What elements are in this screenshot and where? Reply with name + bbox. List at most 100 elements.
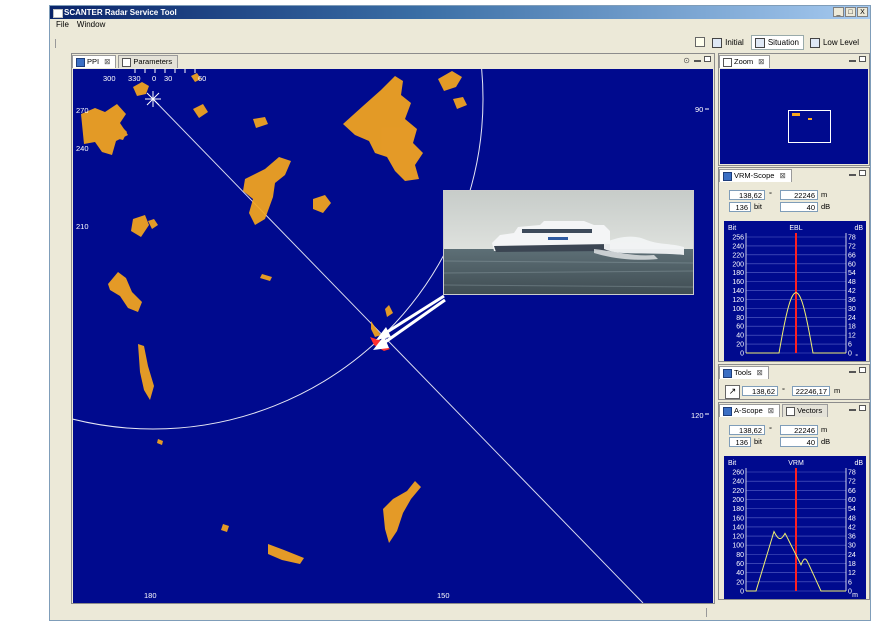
tab-zoom[interactable]: Zoom ⊠: [719, 55, 771, 68]
perspective-initial[interactable]: Initial: [708, 35, 749, 50]
toolbar-grip[interactable]: [55, 39, 58, 48]
vrm-scope-plot[interactable]: 256 78 240 72 220 66 200 60 180 54 160 48 140 42 120 36…: [724, 221, 866, 361]
maximize-pane-icon[interactable]: [859, 170, 866, 176]
zoom-display[interactable]: [720, 69, 868, 164]
right-tick-label: 78: [848, 470, 856, 477]
close-icon[interactable]: ⊠: [104, 57, 110, 66]
left-tick-label: 20: [736, 579, 744, 586]
settings-icon[interactable]: ⊙: [683, 56, 690, 65]
bearing-label-0: 0: [152, 74, 157, 83]
minimize-pane-icon[interactable]: [849, 174, 856, 176]
tab-a-scope[interactable]: A-Scope ⊠: [719, 404, 781, 417]
right-tick-label: 54: [848, 506, 856, 513]
bearing-field: 138,62: [729, 425, 765, 435]
maximize-pane-icon[interactable]: [859, 405, 866, 411]
right-tick-label: 60: [848, 497, 856, 504]
perspective-icon: [809, 38, 820, 48]
right-tick-label: 42: [848, 288, 856, 295]
tools-range-field[interactable]: 22246,17: [792, 386, 830, 396]
left-tick-label: 20: [736, 342, 744, 349]
tab-label: PPI: [87, 57, 100, 66]
close-icon[interactable]: ⊠: [757, 368, 763, 377]
perspective-situation[interactable]: Situation: [750, 35, 804, 50]
right-tick-label: 30: [848, 543, 856, 550]
tab-vrm-scope[interactable]: VRM-Scope ⊠: [719, 169, 792, 182]
right-tick-label: 24: [848, 552, 856, 559]
tab-vectors[interactable]: Vectors: [782, 404, 829, 417]
close-icon[interactable]: ⊠: [768, 406, 774, 415]
left-tick-label: 100: [732, 306, 744, 313]
menu-file[interactable]: File: [56, 19, 69, 31]
left-tick-label: 60: [736, 324, 744, 331]
left-tick-label: 240: [732, 479, 744, 486]
a-scope-pane: A-Scope ⊠ Vectors 138,62 ° 22246 m 136 bi…: [718, 402, 870, 600]
left-tick-label: 220: [732, 488, 744, 495]
tab-label: Parameters: [133, 57, 173, 66]
db-field: 40: [780, 202, 818, 212]
bearing-label-240: 240: [76, 144, 89, 153]
tools-bearing-field[interactable]: 138,62: [742, 386, 778, 396]
tab-ppi[interactable]: PPI ⊠: [72, 55, 117, 68]
minimize-pane-icon[interactable]: [849, 371, 856, 373]
right-tick-label: 36: [848, 297, 856, 304]
tab-label: Tools: [734, 368, 752, 377]
minimize-pane-icon[interactable]: [849, 409, 856, 411]
perspective-low-level[interactable]: Low Level: [806, 35, 864, 50]
right-tick-label: 18: [848, 324, 856, 331]
ppi-display[interactable]: 300 330 0 30 60 270 240 210 90 120 180 1…: [73, 69, 713, 603]
bit-unit: bit: [754, 202, 762, 211]
bit-field: 136: [729, 202, 751, 212]
title-bar: SCANTER Radar Service Tool _ □ X: [50, 6, 870, 19]
maximize-button[interactable]: □: [845, 7, 856, 17]
bearing-label-300: 300: [103, 74, 116, 83]
menu-window[interactable]: Window: [77, 19, 105, 31]
scope-title: EBL: [789, 225, 802, 232]
left-tick-label: 180: [732, 270, 744, 277]
open-perspective-icon[interactable]: [693, 35, 706, 48]
tab-tools[interactable]: Tools ⊠: [719, 366, 769, 379]
close-icon[interactable]: ⊠: [779, 171, 785, 180]
tab-label: Zoom: [734, 57, 754, 66]
right-tick-label: 24: [848, 315, 856, 322]
left-tick-label: 40: [736, 333, 744, 340]
bit-unit: bit: [754, 437, 762, 446]
bottom-axis-label: m: [852, 592, 858, 599]
tab-parameters[interactable]: Parameters: [118, 55, 179, 68]
close-icon[interactable]: ⊠: [758, 57, 764, 66]
right-tick-label: 54: [848, 270, 856, 277]
maximize-pane-icon[interactable]: [859, 56, 866, 62]
ppi-pane: PPI ⊠ Parameters ⊙ 300 330 0 30 60 270 2…: [71, 53, 715, 604]
right-tick-label: 6: [848, 579, 852, 586]
left-tick-label: 80: [736, 315, 744, 322]
left-tick-label: 200: [732, 261, 744, 268]
left-axis-label: Bit: [728, 225, 736, 232]
app-window: SCANTER Radar Service Tool _ □ X File Wi…: [49, 5, 871, 621]
left-tick-label: 140: [732, 524, 744, 531]
scope-icon: [723, 407, 732, 416]
parameters-icon: [122, 58, 132, 67]
a-scope-plot[interactable]: 260 78 240 72 220 66 200 60 180 54 160 48 140 42 120 36…: [724, 456, 866, 599]
close-button[interactable]: X: [857, 7, 868, 17]
perspective-label: Situation: [767, 38, 799, 47]
perspective-label: Initial: [725, 38, 744, 47]
bearing-unit: °: [769, 190, 772, 199]
minimize-pane-icon[interactable]: [694, 60, 701, 62]
left-tick-label: 256: [732, 235, 744, 242]
bearing-label-150: 150: [437, 591, 450, 600]
right-tick-label: 12: [848, 333, 856, 340]
right-tick-label: 6: [848, 342, 852, 349]
minimize-pane-icon[interactable]: [849, 60, 856, 62]
minimize-button[interactable]: _: [833, 7, 844, 17]
right-tick-label: 60: [848, 261, 856, 268]
right-tick-label: 42: [848, 524, 856, 531]
right-tick-label: 18: [848, 561, 856, 568]
left-tick-label: 100: [732, 543, 744, 550]
right-tick-label: 0: [848, 351, 852, 358]
left-tick-label: 0: [740, 589, 744, 596]
tools-bearing-unit: °: [782, 386, 785, 395]
bearing-label-60: 60: [198, 74, 207, 83]
maximize-pane-icon[interactable]: [859, 367, 866, 373]
maximize-pane-icon[interactable]: [704, 56, 711, 62]
tab-label: A-Scope: [734, 406, 763, 415]
own-ship-marker: [145, 91, 161, 107]
